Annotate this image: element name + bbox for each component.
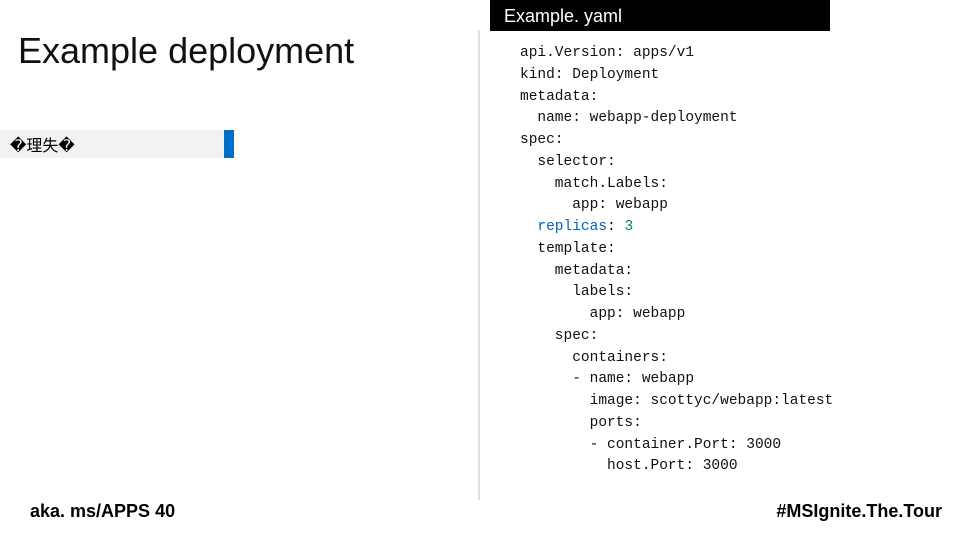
footer-link: aka. ms/APPS 40 <box>30 501 175 522</box>
code-body: api.Version: apps/v1 kind: Deployment me… <box>490 31 830 478</box>
code-header: Example. yaml <box>490 0 830 31</box>
placeholder-bar: �理失� <box>0 130 234 158</box>
slide-title: Example deployment <box>18 30 354 72</box>
slide: Example deployment �理失� Example. yaml ap… <box>0 0 960 540</box>
code-panel: Example. yaml api.Version: apps/v1 kind:… <box>490 0 830 478</box>
divider-line <box>478 30 480 500</box>
placeholder-text: �理失� <box>10 132 75 156</box>
footer-hashtag: #MSIgnite.The.Tour <box>776 501 942 522</box>
